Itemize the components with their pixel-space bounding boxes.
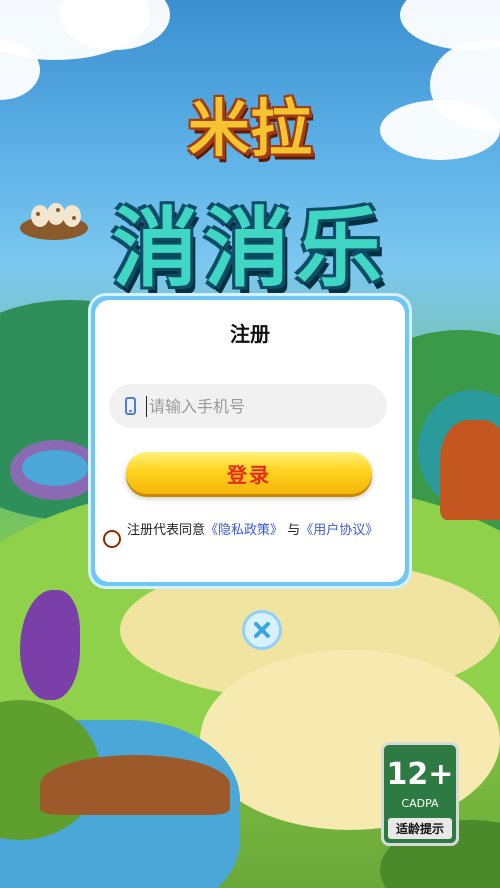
age-rating-badge: 12+ CADPA 适龄提示 xyxy=(381,742,459,846)
close-icon xyxy=(254,622,270,638)
game-title-line1: 米拉 xyxy=(187,92,312,165)
phone-field[interactable] xyxy=(109,384,387,428)
age-rating: 12+ xyxy=(386,757,454,792)
agree-prefix: 注册代表同意 xyxy=(127,523,206,538)
agreement-row: 注册代表同意《隐私政策》 与《用户协议》 xyxy=(103,522,399,548)
register-dialog: 注册 登录 注册代表同意《隐私政策》 与《用户协议》 xyxy=(95,300,405,582)
privacy-policy-link[interactable]: 《隐私政策》 xyxy=(205,523,283,538)
dialog-title: 注册 xyxy=(230,322,270,346)
age-rating-tip: 适龄提示 xyxy=(388,818,452,839)
close-button[interactable] xyxy=(242,610,282,650)
agree-radio[interactable] xyxy=(103,530,121,548)
login-button[interactable]: 登录 xyxy=(126,452,372,494)
agree-and: 与 xyxy=(287,523,301,538)
phone-input[interactable] xyxy=(146,395,371,417)
agreement-text: 注册代表同意《隐私政策》 与《用户协议》 xyxy=(127,522,399,539)
age-rating-org: CADPA xyxy=(401,797,439,810)
user-agreement-link[interactable]: 《用户协议》 xyxy=(300,523,378,538)
phone-icon xyxy=(125,397,136,415)
game-title-line2: 消消乐 xyxy=(112,199,388,299)
